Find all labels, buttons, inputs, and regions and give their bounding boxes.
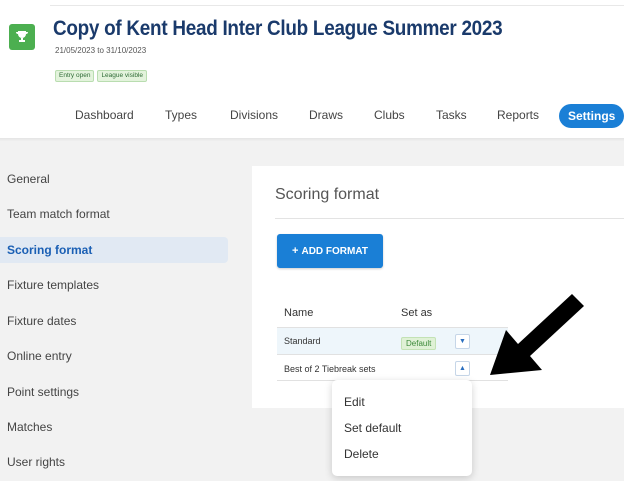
nav-tasks[interactable]: Tasks <box>436 108 467 122</box>
nav-reports[interactable]: Reports <box>497 108 539 122</box>
nav-clubs[interactable]: Clubs <box>374 108 405 122</box>
format-name: Best of 2 Tiebreak sets <box>284 364 376 374</box>
column-header-name: Name <box>284 307 314 319</box>
league-dates: 21/05/2023 to 31/10/2023 <box>55 46 147 55</box>
sidebar-item-online-entry[interactable]: Online entry <box>0 343 228 369</box>
header: Copy of Kent Head Inter Club League Summ… <box>0 0 624 142</box>
format-name: Standard <box>284 336 321 346</box>
menu-item-edit[interactable]: Edit <box>344 395 365 409</box>
status-tags: Entry open League visible <box>55 70 147 82</box>
page-title: Copy of Kent Head Inter Club League Summ… <box>53 17 503 40</box>
sidebar-item-fixture-dates[interactable]: Fixture dates <box>0 308 228 334</box>
row-menu-button[interactable]: ▲ <box>455 361 470 376</box>
trophy-icon <box>9 24 35 50</box>
page: Copy of Kent Head Inter Club League Summ… <box>0 0 624 481</box>
sidebar-item-fixture-templates[interactable]: Fixture templates <box>0 272 228 298</box>
table-divider <box>277 354 508 355</box>
menu-item-set-default[interactable]: Set default <box>344 421 401 435</box>
nav-dashboard[interactable]: Dashboard <box>75 108 134 122</box>
sidebar-item-team-match-format[interactable]: Team match format <box>0 201 228 227</box>
nav-types[interactable]: Types <box>165 108 197 122</box>
chevron-up-icon: ▲ <box>459 365 466 372</box>
add-format-label: ADD FORMAT <box>301 246 368 257</box>
nav-draws[interactable]: Draws <box>309 108 343 122</box>
status-badge-entry: Entry open <box>55 70 95 82</box>
column-header-set-as: Set as <box>401 307 433 319</box>
divider <box>275 218 624 219</box>
main-nav: Dashboard Types Divisions Draws Clubs Ta… <box>0 103 624 131</box>
annotation-arrow-icon <box>490 294 584 375</box>
sidebar-item-matches[interactable]: Matches <box>0 414 228 440</box>
row-menu-button[interactable]: ▼ <box>455 334 470 349</box>
plus-icon: + <box>292 245 299 257</box>
default-badge: Default <box>401 337 437 350</box>
nav-divisions[interactable]: Divisions <box>230 108 278 122</box>
sidebar-item-scoring-format[interactable]: Scoring format <box>0 237 228 263</box>
sidebar-item-point-settings[interactable]: Point settings <box>0 379 228 405</box>
divider <box>50 5 624 6</box>
chevron-down-icon: ▼ <box>459 338 466 345</box>
panel-title: Scoring format <box>275 186 380 203</box>
sidebar-item-general[interactable]: General <box>0 166 228 192</box>
sidebar-item-user-rights[interactable]: User rights <box>0 449 228 475</box>
nav-settings[interactable]: Settings <box>559 104 624 128</box>
add-format-button[interactable]: + ADD FORMAT <box>277 234 383 268</box>
row-actions-menu: Edit Set default Delete <box>332 380 472 476</box>
status-badge-visible: League visible <box>97 70 147 82</box>
menu-item-delete[interactable]: Delete <box>344 447 379 461</box>
